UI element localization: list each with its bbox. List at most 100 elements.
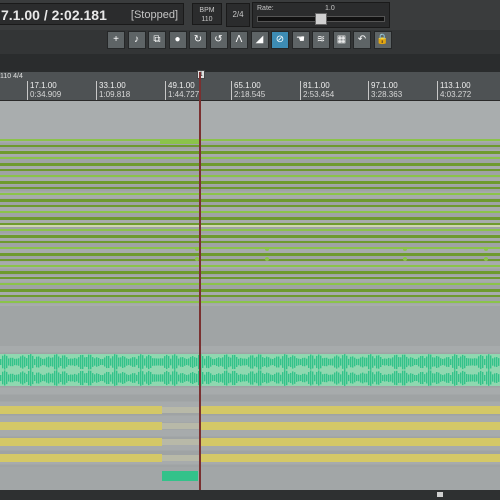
waveform-peak [434, 373, 436, 383]
waveform-peak [390, 374, 392, 382]
waveform-peak [482, 355, 484, 369]
midi-item [0, 277, 500, 279]
waveform-peak [470, 374, 472, 382]
scrollbar-thumb[interactable] [437, 492, 443, 497]
envelope-button[interactable]: ≋ [312, 31, 330, 49]
ripple-edit-button[interactable]: ⊘ [271, 31, 289, 49]
waveform-peak [468, 374, 470, 382]
waveform-peak [202, 356, 204, 368]
waveform-peak [266, 356, 268, 368]
waveform-peak [364, 373, 366, 383]
waveform-peak [54, 354, 56, 370]
waveform-peak [124, 356, 126, 368]
waveform-peak [72, 374, 74, 382]
waveform-peak [202, 372, 204, 384]
waveform-peak [66, 373, 68, 383]
waveform-peak [154, 358, 156, 366]
waveform-peak [208, 355, 210, 369]
waveform-peak [238, 374, 240, 382]
midi-item [0, 265, 500, 267]
waveform-peak [268, 373, 270, 383]
waveform-peak [410, 357, 412, 367]
waveform-peak [228, 372, 230, 384]
waveform-peak [20, 372, 22, 384]
waveform-peak [26, 358, 28, 366]
waveform-peak [168, 356, 170, 368]
waveform-peak [346, 371, 348, 385]
loop-green-button[interactable]: ↺ [209, 31, 228, 49]
waveform-peak [452, 372, 454, 384]
loop-icon: ↻ [193, 34, 203, 45]
time-signature-display[interactable]: 2/4 [226, 3, 250, 27]
waveform-peak [418, 357, 420, 367]
timeline-ruler[interactable]: 110 4/4 17.1.00 0:34.909 33.1.00 1:09.818 49… [0, 72, 500, 101]
metronome-button[interactable]: Λ [230, 31, 248, 49]
ruler-marker: 17.1.00 0:34.909 [27, 81, 61, 100]
waveform-peak [14, 358, 16, 366]
waveform-peak [368, 370, 370, 386]
bpm-display[interactable]: BPM 110 [192, 3, 222, 25]
new-track-button[interactable]: + [107, 31, 125, 49]
waveform-peak [470, 358, 472, 366]
waveform-peak [360, 373, 362, 383]
arrange-view[interactable] [0, 101, 500, 500]
waveform-peak [106, 355, 108, 369]
waveform-peak [430, 370, 432, 386]
ruler-time-label: 0:34.909 [30, 90, 62, 99]
waveform-peak [104, 373, 106, 383]
waveform-peak [230, 373, 232, 383]
midi-item [0, 157, 500, 159]
rate-slider-knob[interactable] [315, 13, 327, 25]
waveform-peak [172, 355, 174, 369]
waveform-peak [296, 374, 298, 382]
undo-button[interactable]: ↶ [353, 31, 371, 49]
waveform-peak [68, 374, 70, 382]
waveform-peak [390, 358, 392, 366]
split-button[interactable]: ◢ [250, 31, 269, 49]
waveform-peak [412, 373, 414, 383]
waveform-peak [404, 354, 406, 370]
edit-cursor[interactable] [199, 72, 201, 500]
glue-button[interactable]: ⧉ [148, 31, 166, 49]
waveform-peak [54, 370, 56, 386]
grid-hand-icon: ☚ [296, 34, 305, 45]
waveform-peak [214, 358, 216, 366]
grid-button[interactable]: ▦ [332, 31, 351, 49]
waveform-peak [150, 355, 152, 369]
waveform-peak [272, 358, 274, 366]
track-lane [0, 388, 500, 394]
ruler-bar-label: 33.1.00 [99, 81, 126, 90]
waveform-peak [382, 374, 384, 382]
waveform-peak [384, 358, 386, 366]
waveform-peak [442, 374, 444, 382]
waveform-peak [176, 371, 178, 385]
waveform-peak [352, 356, 354, 368]
waveform-peak [12, 357, 14, 367]
waveform-peak [454, 354, 456, 370]
midi-item [0, 169, 500, 171]
waveform-peak [478, 372, 480, 384]
waveform-peak [136, 374, 138, 382]
waveform-peak [366, 357, 368, 367]
new-midi-button[interactable]: ♪ [127, 31, 146, 49]
audio-item [162, 439, 201, 445]
lock-button[interactable]: 🔒 [373, 31, 392, 49]
waveform-peak [166, 354, 168, 370]
waveform-peak [144, 374, 146, 382]
horizontal-scrollbar[interactable] [0, 490, 500, 500]
waveform-peak [420, 356, 422, 368]
waveform-peak [216, 374, 218, 382]
record-button[interactable]: ● [168, 31, 187, 49]
waveform-peak [104, 357, 106, 367]
waveform-peak [216, 358, 218, 366]
grid-hand-button[interactable]: ☚ [291, 31, 310, 49]
waveform-peak [212, 374, 214, 382]
waveform-peak [372, 356, 374, 368]
waveform-peak [442, 358, 444, 366]
waveform-peak [66, 357, 68, 367]
waveform-peak [300, 358, 302, 366]
loop-button[interactable]: ↻ [189, 31, 207, 49]
waveform-peak [108, 372, 110, 384]
waveform-peak [284, 370, 286, 386]
waveform-peak [160, 358, 162, 366]
